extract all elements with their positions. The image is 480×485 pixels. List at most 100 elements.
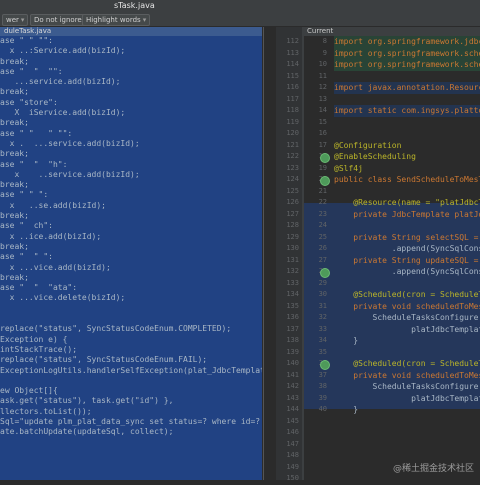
code-line: replace("status", SyncStatusCodeEnum.COM… <box>0 324 232 334</box>
line-number: 33 <box>318 324 327 333</box>
right-code: import org.springframework.jdbc.core.Jdb… <box>334 36 480 416</box>
line-number: 24 <box>318 221 327 229</box>
line-number: 135 <box>286 301 299 310</box>
line-number: 114 <box>286 60 299 68</box>
code-line: x ..se.add(bizId); <box>0 200 106 210</box>
left-gutter: 112 113 114 115 116 117 118 119 120 121 122 123 124 1… <box>276 27 302 482</box>
code-line: x ...vice.add(bizId); <box>0 262 111 272</box>
line-number: 34 <box>318 336 327 344</box>
line-number: 127 <box>286 209 299 218</box>
code-line: private JdbcTemplate platJdbcTemplate; <box>353 209 480 219</box>
left-code: ase " " "": x ..:Service.add(bizId); brea… <box>0 36 262 438</box>
line-number: 148 <box>286 451 299 459</box>
whitespace-label: Do not ignore <box>34 16 82 24</box>
code-line: ase " " ": <box>0 190 49 200</box>
line-number: 30 <box>318 290 327 298</box>
code-line: x ..:Service.add(bizId); <box>0 46 126 56</box>
code-line: import org.springframework.jdbc.core.Jdb… <box>334 36 480 48</box>
code-line: ase " " "h": <box>0 159 68 169</box>
code-line: break; <box>0 56 29 66</box>
code-line: break; <box>0 87 29 97</box>
code-line: @Scheduled(cron = ScheduleTasksConfig <box>353 359 480 368</box>
code-line: platJdbcTemplate, baseRes <box>411 324 480 334</box>
line-number: 132 <box>286 267 299 275</box>
line-number: 10 <box>318 60 327 68</box>
code-line: intStackTrace(); <box>0 344 78 354</box>
code-line: import javax.annotation.Resource; <box>334 82 480 94</box>
highlight-dropdown[interactable]: Highlight words ▾ <box>82 14 151 26</box>
line-number: 37 <box>318 370 327 379</box>
code-line: ScheduleTasksConfigure.configureTa <box>372 382 480 391</box>
line-number: 13 <box>318 94 327 103</box>
line-number: 35 <box>318 347 327 356</box>
right-pane-header: Current <box>304 27 480 36</box>
code-line: replace("status", SyncStatusCodeEnum.FAI… <box>0 355 208 365</box>
code-line: ate.batchUpdate(updateSql, collect); <box>0 427 174 437</box>
chevron-down-icon: ▾ <box>20 16 25 24</box>
line-number: 147 <box>286 439 299 448</box>
code-line: .append(SyncSqlConstants.SYNC <box>391 267 480 276</box>
line-number: 22 <box>318 198 327 206</box>
code-line: break; <box>0 118 29 128</box>
line-number: 112 <box>286 37 299 45</box>
line-number: 113 <box>286 48 299 57</box>
code-line: ase " ch": <box>0 221 53 231</box>
pane-separator[interactable] <box>263 27 276 480</box>
code-line: ...service.add(bizId); <box>0 77 121 87</box>
chevron-down-icon: ▾ <box>142 16 147 24</box>
line-number: 128 <box>286 221 299 229</box>
diff-toolbar: wer▾ Do not ignore▾ Highlight words▾ <box>0 12 480 27</box>
line-number: 142 <box>286 382 299 390</box>
code-line: x . ...service.add(bizId); <box>0 138 140 148</box>
code-line: import static com.ingsys.plattomes.conf.… <box>334 105 480 117</box>
line-number: 143 <box>286 393 299 402</box>
right-editor-pane[interactable]: Current 89101112131415161718192021222324… <box>304 27 480 480</box>
code-line: @Configuration <box>334 140 402 150</box>
line-number: 32 <box>318 313 327 321</box>
left-pane-header: duleTask.java <box>0 27 262 36</box>
code-line: @Slf4j <box>334 163 363 173</box>
line-number: 40 <box>318 405 327 413</box>
viewer-dropdown[interactable]: wer ▾ <box>2 14 29 26</box>
line-number: 137 <box>286 324 299 333</box>
code-line: break; <box>0 241 29 251</box>
code-line: Sql="update plm_plat_data_sync set statu… <box>0 416 261 426</box>
code-line: ase "store": <box>0 97 58 107</box>
code-line: } <box>334 336 359 345</box>
line-number: 26 <box>318 244 327 252</box>
line-number: 126 <box>286 198 299 206</box>
code-line: Exception e) { <box>0 334 68 344</box>
spring-bean-icon[interactable] <box>320 153 330 163</box>
line-number: 23 <box>318 209 327 218</box>
line-number: 14 <box>318 106 327 114</box>
line-number: 149 <box>286 462 299 471</box>
line-number: 131 <box>286 255 299 264</box>
line-number: 116 <box>286 83 299 91</box>
code-line: X iService.add(bizId); <box>0 108 126 118</box>
left-editor-pane[interactable]: duleTask.java ase " " "": x ..:Service.a… <box>0 27 262 480</box>
highlight-label: Highlight words <box>86 16 141 24</box>
spring-bean-icon[interactable] <box>320 176 330 186</box>
schedule-icon[interactable] <box>320 268 330 278</box>
line-number: 12 <box>318 83 327 91</box>
line-number: 117 <box>286 94 299 103</box>
code-line: private String updateSQL = SyncSqlConsta <box>353 255 479 265</box>
line-number: 121 <box>286 140 299 149</box>
code-line: break; <box>0 180 29 190</box>
line-number: 150 <box>286 474 299 482</box>
code-line: ScheduleTasksConfigure.configureTa <box>372 313 480 322</box>
line-number: 120 <box>286 129 299 137</box>
code-line: private String selectSQL = SyncSqlConsta <box>353 232 479 242</box>
line-number: 38 <box>318 382 327 390</box>
line-number: 122 <box>286 152 299 160</box>
line-number: 118 <box>286 106 299 114</box>
line-number: 9 <box>322 48 327 57</box>
schedule-icon[interactable] <box>320 360 330 370</box>
line-number: 16 <box>318 129 327 137</box>
code-line: x ..ice.add(bizId); <box>0 231 102 241</box>
line-number: 17 <box>318 140 327 149</box>
file-tab[interactable]: sTask.java <box>110 1 159 11</box>
